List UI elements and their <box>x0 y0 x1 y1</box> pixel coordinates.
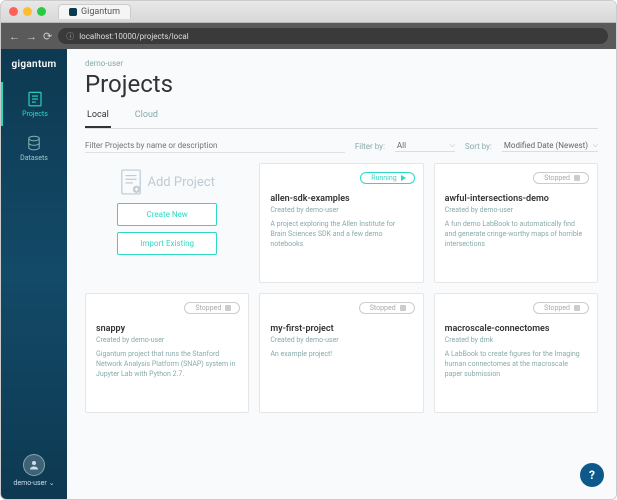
project-author: Created by demo-user <box>270 336 412 344</box>
browser-toolbar: ← → ⟳ ⓘ localhost:10000/projects/local <box>1 23 616 49</box>
project-name: awful-intersections-demo <box>445 194 587 204</box>
stop-icon <box>574 305 580 311</box>
browser-tab[interactable]: Gigantum <box>58 4 131 19</box>
sort-label: Sort by: <box>465 142 492 151</box>
project-name: allen-sdk-examples <box>270 194 412 204</box>
project-author: Created by demo-user <box>96 336 238 344</box>
status-label: Stopped <box>544 174 570 182</box>
status-badge: Stopped <box>359 302 415 314</box>
status-badge: Stopped <box>533 172 589 184</box>
sidebar-user-section[interactable]: demo-user ⌄ <box>13 454 54 487</box>
project-name: snappy <box>96 324 238 334</box>
projects-icon <box>26 90 44 108</box>
project-author: Created by dmk <box>445 336 587 344</box>
datasets-icon <box>25 134 43 152</box>
status-label: Running <box>371 174 396 182</box>
avatar <box>23 454 45 476</box>
stop-icon <box>574 175 580 181</box>
filter-label: Filter by: <box>355 142 385 151</box>
status-label: Stopped <box>195 304 221 312</box>
project-card[interactable]: Stopped snappy Created by demo-user Giga… <box>85 293 249 413</box>
project-card[interactable]: Running allen-sdk-examples Created by de… <box>259 163 423 283</box>
chevron-down-icon: ⌄ <box>49 479 55 487</box>
project-author: Created by demo-user <box>270 206 412 214</box>
status-badge: Stopped <box>184 302 240 314</box>
breadcrumb: demo-user <box>85 59 598 68</box>
sidebar-item-label: Projects <box>22 110 48 118</box>
minimize-window-button[interactable] <box>23 7 32 16</box>
stop-icon <box>400 305 406 311</box>
reload-button[interactable]: ⟳ <box>43 30 52 43</box>
app-logo: gigantum <box>12 59 57 70</box>
stop-icon <box>225 305 231 311</box>
page-tabs: Local Cloud <box>85 106 598 129</box>
sidebar-item-datasets[interactable]: Datasets <box>1 126 67 170</box>
url-bar[interactable]: ⓘ localhost:10000/projects/local <box>58 28 608 44</box>
add-project-title: Add Project <box>148 175 215 190</box>
status-badge: Stopped <box>533 302 589 314</box>
search-input[interactable] <box>85 139 345 153</box>
filter-select[interactable]: All <box>395 140 455 152</box>
forward-button[interactable]: → <box>26 30 37 43</box>
maximize-window-button[interactable] <box>37 7 46 16</box>
tab-cloud[interactable]: Cloud <box>133 106 160 128</box>
status-label: Stopped <box>370 304 396 312</box>
add-project-card: Add Project Create New Import Existing <box>85 163 249 283</box>
sort-select[interactable]: Modified Date (Newest) <box>502 140 598 152</box>
project-desc: A fun demo LabBook to automatically find… <box>445 220 587 249</box>
window-titlebar: Gigantum <box>1 1 616 23</box>
project-author: Created by demo-user <box>445 206 587 214</box>
status-badge: Running <box>360 172 414 184</box>
main-content: demo-user Projects Local Cloud Filter by… <box>67 49 616 499</box>
sidebar-item-projects[interactable]: Projects <box>1 82 67 126</box>
project-desc: A project exploring the Allen Institute … <box>270 220 412 249</box>
page-title: Projects <box>85 70 598 98</box>
info-icon: ⓘ <box>66 31 74 42</box>
project-name: macroscale-connectomes <box>445 324 587 334</box>
project-card[interactable]: Stopped my-first-project Created by demo… <box>259 293 423 413</box>
project-desc: A LabBook to create figures for the Imag… <box>445 350 587 379</box>
project-desc: Gigantum project that runs the Stanford … <box>96 350 238 379</box>
sidebar: gigantum Projects Datasets demo-user <box>1 49 67 499</box>
status-label: Stopped <box>544 304 570 312</box>
traffic-lights <box>9 7 46 16</box>
add-project-icon <box>120 169 142 195</box>
back-button[interactable]: ← <box>9 30 20 43</box>
favicon-icon <box>69 8 77 16</box>
tab-local[interactable]: Local <box>85 106 111 128</box>
project-name: my-first-project <box>270 324 412 334</box>
help-button[interactable]: ? <box>580 463 604 487</box>
sidebar-item-label: Datasets <box>20 154 48 162</box>
url-text: localhost:10000/projects/local <box>79 32 189 41</box>
project-card[interactable]: Stopped awful-intersections-demo Created… <box>434 163 598 283</box>
sidebar-username: demo-user <box>13 479 46 487</box>
play-icon <box>401 175 406 181</box>
close-window-button[interactable] <box>9 7 18 16</box>
create-new-button[interactable]: Create New <box>117 203 217 226</box>
import-existing-button[interactable]: Import Existing <box>117 232 217 255</box>
project-desc: An example project! <box>270 350 412 360</box>
browser-tab-title: Gigantum <box>81 7 120 17</box>
project-card[interactable]: Stopped macroscale-connectomes Created b… <box>434 293 598 413</box>
